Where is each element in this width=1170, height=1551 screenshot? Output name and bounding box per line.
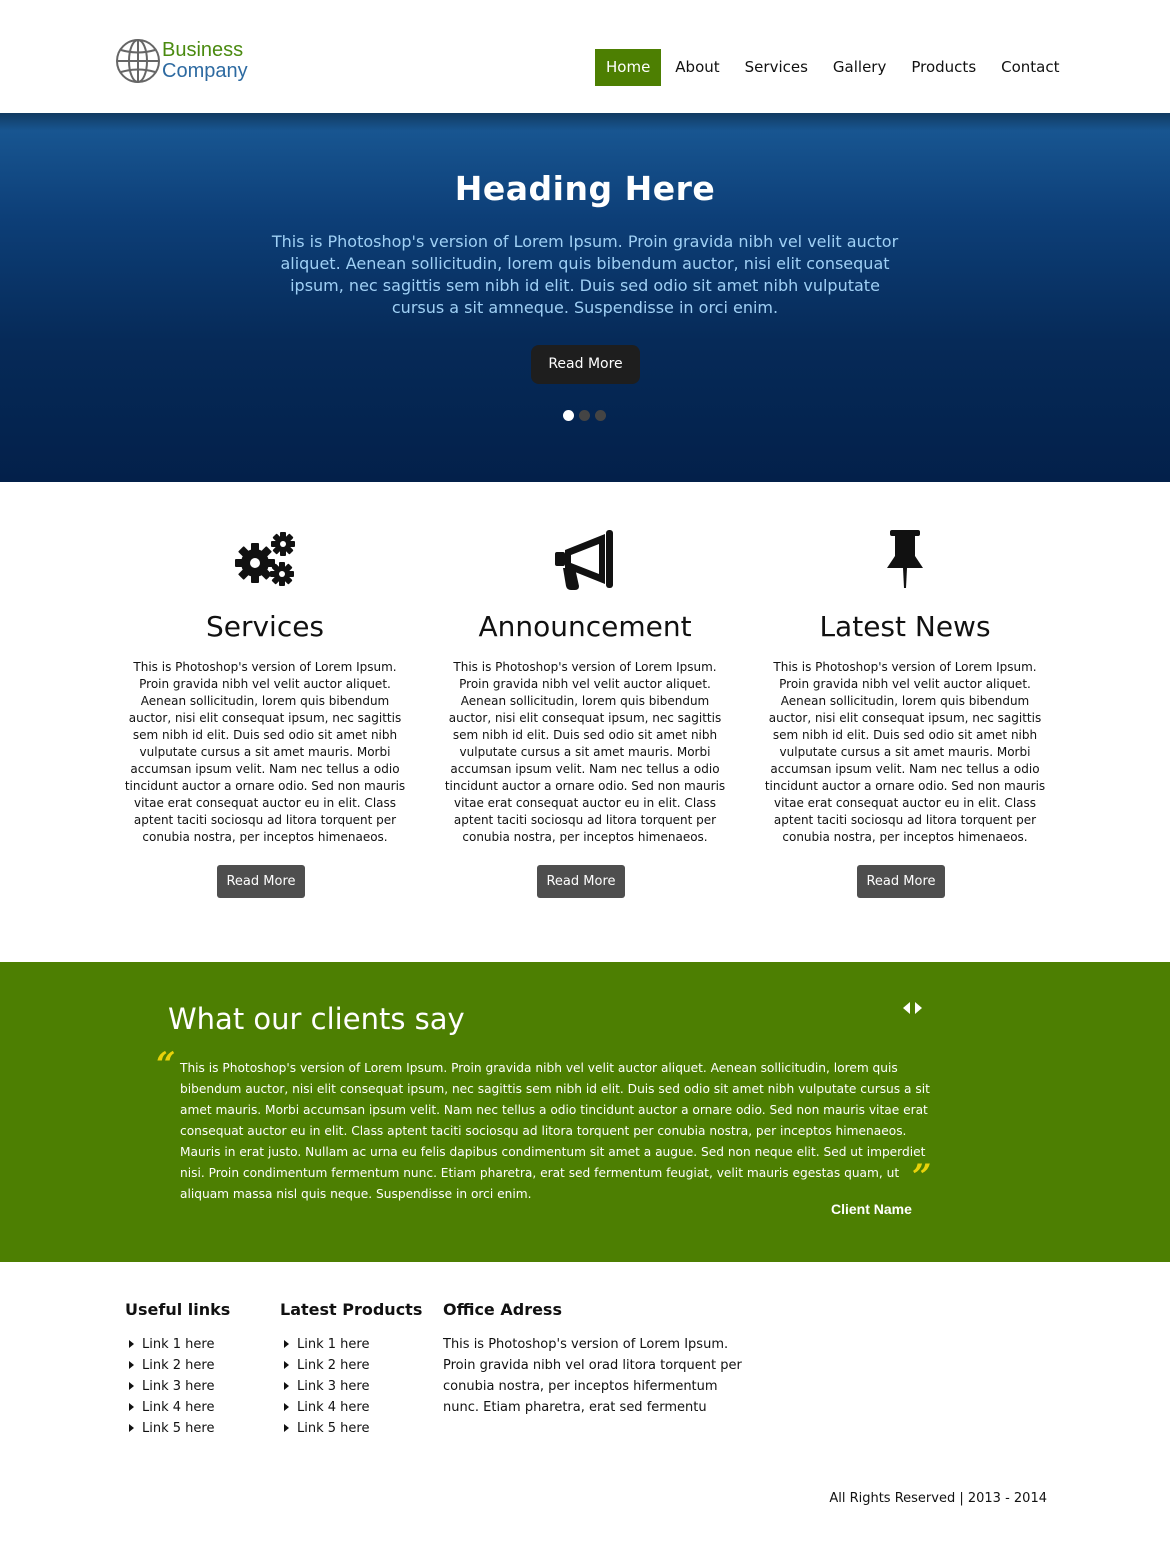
nav-item-home[interactable]: Home [595,49,662,86]
feature-text: This is Photoshop's version of Lorem Ips… [444,660,726,844]
caret-right-icon [284,1340,289,1348]
feature-text: This is Photoshop's version of Lorem Ips… [124,660,406,844]
client-name: Client Name [831,1201,912,1217]
feature-title: Latest News [819,610,991,643]
footer-link[interactable]: Link 5 here [125,1418,230,1439]
nav-item-services[interactable]: Services [734,49,819,86]
footer-link[interactable]: Link 3 here [125,1376,230,1397]
footer-office-address: Office Adress This is Photoshop's versio… [443,1300,743,1418]
close-quote-icon: ” [912,1157,932,1197]
caret-right-icon [129,1382,134,1390]
footer-link-label: Link 3 here [297,1379,370,1394]
caret-right-icon [284,1424,289,1432]
footer-link-label: Link 3 here [142,1379,215,1394]
nav-item-gallery[interactable]: Gallery [822,49,897,86]
footer-link[interactable]: Link 1 here [125,1334,230,1355]
megaphone-icon [555,530,613,590]
arrow-left-icon[interactable] [903,1002,910,1014]
nav-item-contact[interactable]: Contact [990,49,1070,86]
feature-title: Announcement [478,610,692,643]
slider-dot-1[interactable] [563,410,574,421]
caret-right-icon [284,1403,289,1411]
globe-icon [116,39,160,83]
footer-link[interactable]: Link 4 here [280,1397,422,1418]
testimonial-quote: This is Photoshop's version of Lorem Ips… [180,1061,930,1201]
caret-right-icon [129,1340,134,1348]
gears-icon [235,532,295,586]
footer-heading: Office Adress [443,1300,562,1319]
footer-link-label: Link 4 here [297,1400,370,1415]
services-read-more-button[interactable]: Read More [217,865,305,898]
slider-dots [563,410,611,421]
footer-link-label: Link 5 here [142,1421,215,1436]
announcement-read-more-button[interactable]: Read More [537,865,625,898]
caret-right-icon [284,1382,289,1390]
testimonials-title: What our clients say [168,1002,465,1036]
nav-item-about[interactable]: About [664,49,730,86]
footer-useful-links: Useful links Link 1 here Link 2 here Lin… [125,1300,230,1439]
footer-link[interactable]: Link 1 here [280,1334,422,1355]
hero-text: This is Photoshop's version of Lorem Ips… [271,232,899,317]
footer-link-label: Link 2 here [297,1358,370,1373]
footer-heading: Useful links [125,1300,231,1319]
site-header: Business Company Home About Services Gal… [0,0,1170,113]
nav-item-products[interactable]: Products [900,49,987,86]
footer-link[interactable]: Link 5 here [280,1418,422,1439]
testimonial-arrows [903,1002,927,1014]
main-nav: Home About Services Gallery Products Con… [595,49,1074,86]
hero-read-more-button[interactable]: Read More [531,345,640,384]
caret-right-icon [129,1403,134,1411]
slider-dot-3[interactable] [595,410,606,421]
footer-link-label: Link 1 here [142,1337,215,1352]
footer-heading: Latest Products [280,1300,423,1319]
footer-link[interactable]: Link 2 here [280,1355,422,1376]
caret-right-icon [284,1361,289,1369]
caret-right-icon [129,1361,134,1369]
hero-slider: Heading Here This is Photoshop's version… [0,113,1170,482]
testimonials-section: What our clients say “ This is Photoshop… [0,962,1170,1262]
caret-right-icon [129,1424,134,1432]
hero-heading: Heading Here [454,169,716,208]
footer-link-label: Link 5 here [297,1421,370,1436]
footer-link-label: Link 1 here [297,1337,370,1352]
footer-link-label: Link 4 here [142,1400,215,1415]
pushpin-icon [887,530,923,588]
news-read-more-button[interactable]: Read More [857,865,945,898]
footer-link[interactable]: Link 3 here [280,1376,422,1397]
copyright: All Rights Reserved | 2013 - 2014 [829,1491,1047,1506]
office-address-text: This is Photoshop's version of Lorem Ips… [443,1337,742,1415]
feature-text: This is Photoshop's version of Lorem Ips… [764,660,1046,844]
logo[interactable]: Business Company [115,38,275,86]
footer-latest-products: Latest Products Link 1 here Link 2 here … [280,1300,422,1439]
logo-text-company: Company [162,60,248,82]
slider-dot-2[interactable] [579,410,590,421]
footer-link-label: Link 2 here [142,1358,215,1373]
logo-text-business: Business [162,39,244,61]
feature-title: Services [205,610,325,643]
open-quote-icon: “ [156,1045,176,1085]
arrow-right-icon[interactable] [915,1002,922,1014]
footer-link[interactable]: Link 2 here [125,1355,230,1376]
footer-link[interactable]: Link 4 here [125,1397,230,1418]
